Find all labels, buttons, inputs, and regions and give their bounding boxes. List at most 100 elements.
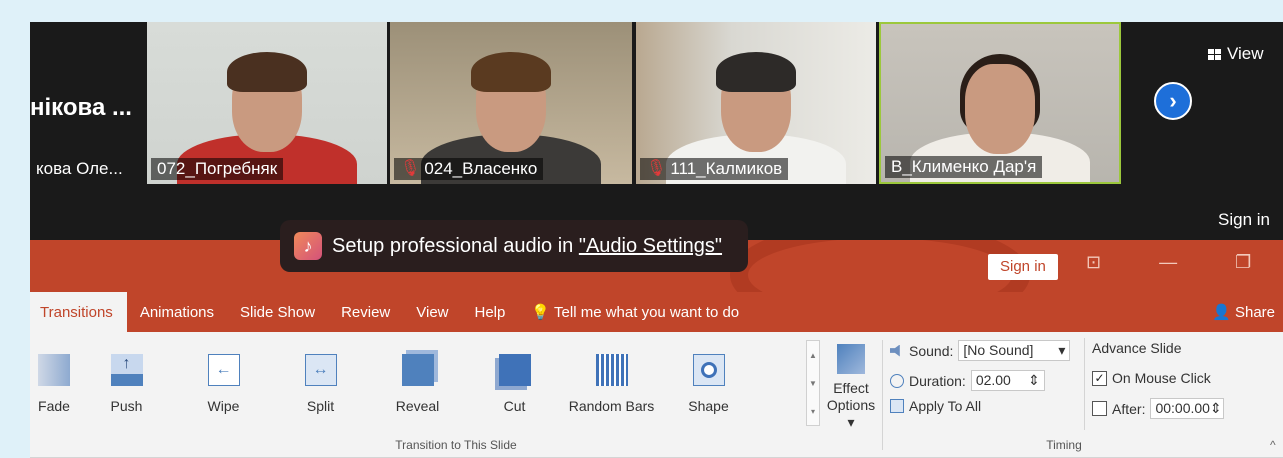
transition-label: Reveal — [395, 398, 440, 414]
advance-slide-label: Advance Slide — [1092, 340, 1182, 356]
after-label: After: — [1112, 400, 1146, 417]
audio-settings-link[interactable]: "Audio Settings" — [579, 235, 722, 257]
participant-tile-1[interactable]: 072_Погребняк — [147, 22, 387, 184]
audio-settings-notification: ♪ Setup professional audio in "Audio Set… — [280, 220, 748, 272]
notification-prefix: Setup professional audio in — [332, 234, 579, 257]
apply-all-label: Apply To All — [909, 398, 982, 414]
fade-icon — [38, 354, 70, 386]
effect-options-icon — [837, 344, 865, 374]
minimize-icon[interactable]: — — [1159, 252, 1177, 273]
transition-wipe[interactable]: ← Wipe — [175, 340, 272, 432]
duration-label: Duration: — [909, 372, 966, 389]
group-label-transition: Transition to This Slide — [395, 438, 517, 452]
sound-label: Sound: — [909, 342, 954, 359]
gallery-more-icon[interactable]: ▾ — [811, 407, 815, 416]
gallery-scroll-buttons[interactable]: ▲ ▼ ▾ — [806, 340, 820, 426]
participant-name: 111_Калмиков — [670, 159, 783, 178]
screenshot-frame: нікова ... кова Оле... 072_Погребняк 🎙 0… — [0, 0, 1283, 458]
tab-animations[interactable]: Animations — [127, 292, 227, 332]
transition-push[interactable]: ↑ Push — [78, 340, 175, 432]
transition-label: Push — [110, 398, 143, 414]
gallery-view-icon — [1208, 48, 1221, 60]
scroll-up-icon[interactable]: ▲ — [809, 351, 817, 360]
random-bars-icon — [595, 354, 628, 386]
next-page-chevron-right-icon[interactable]: › — [1154, 82, 1192, 120]
participant-name: В_Клименко Дар'я — [891, 157, 1037, 176]
wipe-left-arrow-icon: ← — [207, 354, 240, 386]
zoom-gallery-strip: нікова ... кова Оле... 072_Погребняк 🎙 0… — [30, 22, 1283, 240]
participant-name-tag: кова Оле... — [30, 158, 129, 180]
tell-me-search[interactable]: 💡 Tell me what you want to do — [518, 292, 752, 332]
participant-tile-2[interactable]: 🎙 024_Власенко — [390, 22, 632, 184]
mic-muted-icon: 🎙 — [646, 160, 667, 177]
after-input[interactable]: 00:00.00 ⇕ — [1150, 398, 1225, 419]
view-button-label: View — [1227, 44, 1264, 63]
advance-slide-title: Advance Slide — [1092, 340, 1182, 356]
effect-options-button[interactable]: Effect Options ▾ — [822, 340, 880, 436]
speaker-icon — [890, 344, 900, 357]
push-up-arrow-icon: ↑ — [110, 354, 143, 386]
participant-name: 072_Погребняк — [157, 159, 278, 178]
spinner-icon[interactable]: ⇕ — [1028, 372, 1040, 389]
chevron-down-icon: ▾ — [1058, 342, 1066, 358]
share-button[interactable]: 👤 Share — [1199, 292, 1283, 332]
apply-all-button[interactable]: Apply To All — [890, 398, 981, 414]
tab-transitions[interactable]: Transitions — [30, 292, 127, 332]
transition-label: Split — [306, 398, 335, 414]
duration-value: 02.00 — [975, 372, 1011, 388]
tab-review[interactable]: Review — [328, 292, 403, 332]
on-mouse-click-checkbox[interactable]: ✓ On Mouse Click — [1092, 370, 1211, 386]
transition-fade[interactable]: Fade — [30, 340, 78, 432]
participant-tile-0[interactable]: нікова ... кова Оле... — [30, 22, 142, 184]
tab-help[interactable]: Help — [462, 292, 519, 332]
transition-shape[interactable]: Shape — [660, 340, 757, 432]
transition-split[interactable]: ↔ Split — [272, 340, 369, 432]
ribbon-display-options-icon[interactable]: ⊡ — [1086, 252, 1101, 273]
music-note-icon: ♪ — [294, 232, 322, 260]
scroll-down-icon[interactable]: ▼ — [809, 379, 817, 388]
ppt-sign-in-button[interactable]: Sign in — [988, 254, 1058, 280]
shape-circle-icon — [692, 354, 725, 386]
participant-video-hair — [471, 52, 551, 92]
ribbon-transitions-panel: Fade ↑ Push ← Wipe ↔ Split Reveal Cut Ra… — [30, 332, 1283, 458]
transition-label: Fade — [38, 398, 70, 414]
participant-name-tag: В_Клименко Дар'я — [885, 156, 1043, 178]
after-checkbox[interactable] — [1092, 401, 1107, 416]
transition-reveal[interactable]: Reveal — [369, 340, 466, 432]
mic-muted-icon: 🎙 — [400, 160, 421, 177]
participant-tile-3[interactable]: 🎙 111_Калмиков — [636, 22, 876, 184]
sound-dropdown[interactable]: [No Sound] ▾ — [958, 340, 1071, 361]
transition-random-bars[interactable]: Random Bars — [563, 340, 660, 432]
timing-divider — [1084, 338, 1085, 430]
transition-label: Wipe — [207, 398, 240, 414]
participant-video-face — [965, 64, 1035, 154]
transition-label: Shape — [688, 398, 729, 414]
transition-cut[interactable]: Cut — [466, 340, 563, 432]
collapse-ribbon-icon[interactable]: ^ — [1270, 438, 1276, 452]
reveal-icon — [401, 354, 434, 386]
spinner-icon[interactable]: ⇕ — [1210, 400, 1222, 417]
participant-video-hair — [227, 52, 307, 92]
share-label: Share — [1234, 303, 1275, 321]
participant-name-tag: 🎙 024_Власенко — [394, 158, 544, 180]
view-button[interactable]: View — [1208, 44, 1264, 64]
tab-slide-show[interactable]: Slide Show — [227, 292, 328, 332]
participant-name-tag: 072_Погребняк — [151, 158, 284, 180]
group-divider — [882, 340, 883, 450]
screen: нікова ... кова Оле... 072_Погребняк 🎙 0… — [30, 22, 1283, 458]
window-controls: ⊡ — ❐ ✕ — [1086, 252, 1283, 273]
tab-view[interactable]: View — [403, 292, 461, 332]
sound-value: [No Sound] — [963, 342, 1034, 358]
split-arrows-icon: ↔ — [304, 354, 337, 386]
participant-name-tag: 🎙 111_Калмиков — [640, 158, 789, 180]
duration-row: Duration: 02.00 ⇕ — [890, 370, 1045, 391]
duration-input[interactable]: 02.00 ⇕ — [970, 370, 1045, 391]
restore-icon[interactable]: ❐ — [1235, 252, 1251, 273]
participant-video-hair — [716, 52, 796, 92]
after-row: After: 00:00.00 ⇕ — [1092, 398, 1225, 419]
checkbox-checked-icon[interactable]: ✓ — [1092, 370, 1107, 386]
zoom-sign-in-link[interactable]: Sign in — [1218, 210, 1270, 230]
participant-name: 024_Власенко — [424, 159, 538, 178]
participant-tile-4-active-speaker[interactable]: В_Клименко Дар'я — [879, 22, 1121, 184]
participant-big-name: нікова ... — [30, 94, 132, 121]
